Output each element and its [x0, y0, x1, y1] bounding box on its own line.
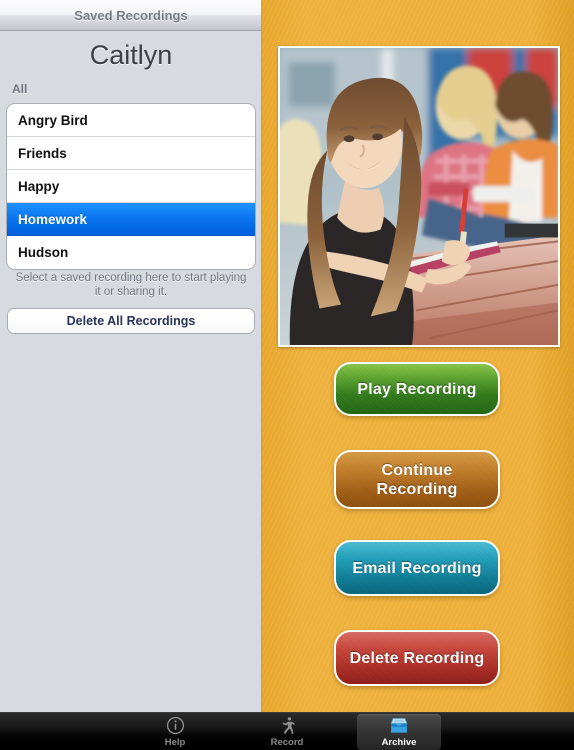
list-item[interactable]: Happy [7, 170, 255, 203]
delete-recording-label: Delete Recording [349, 649, 485, 667]
tab-archive[interactable]: Archive [357, 713, 441, 750]
archive-tray-icon [389, 716, 409, 736]
running-person-icon [278, 716, 297, 736]
info-circle-icon [166, 716, 185, 736]
play-recording-label: Play Recording [357, 380, 477, 398]
tab-help-label: Help [164, 736, 186, 748]
user-name: Caitlyn [89, 39, 173, 70]
list-item-selected[interactable]: Homework [7, 203, 255, 236]
hint-text: Select a saved recording here to start p… [15, 272, 247, 298]
play-recording-button[interactable]: Play Recording [334, 362, 500, 416]
tab-bar: Help Record Archive [0, 712, 574, 750]
delete-all-recordings-button[interactable]: Delete All Recordings [7, 308, 255, 334]
list-item-label: Hudson [18, 245, 69, 260]
continue-recording-button[interactable]: Continue Recording [334, 450, 500, 509]
tab-help[interactable]: Help [133, 714, 217, 750]
tab-record-label: Record [270, 736, 304, 748]
tab-record[interactable]: Record [245, 714, 329, 750]
recording-photo-frame [278, 46, 560, 347]
sidebar-titlebar: Saved Recordings [0, 0, 262, 31]
page-title: Saved Recordings [74, 7, 188, 23]
list-item-label: Happy [18, 178, 60, 194]
list-item-label: Homework [18, 211, 88, 227]
list-item-label: Friends [18, 145, 67, 161]
sidebar: Saved Recordings Caitlyn All Angry Bird … [0, 0, 262, 712]
email-recording-button[interactable]: Email Recording [334, 540, 500, 596]
continue-recording-label: Continue Recording [376, 461, 458, 498]
user-name-header: Caitlyn [0, 32, 262, 78]
detail-panel: Play Recording Continue Recording Email … [262, 0, 574, 712]
delete-recording-button[interactable]: Delete Recording [334, 630, 500, 686]
list-item[interactable]: Hudson [7, 236, 255, 269]
list-item-label: Angry Bird [18, 112, 88, 128]
app-root: Saved Recordings Caitlyn All Angry Bird … [0, 0, 574, 750]
email-recording-label: Email Recording [352, 559, 482, 577]
list-item[interactable]: Friends [7, 137, 255, 170]
tab-archive-label: Archive [381, 736, 417, 748]
photo-illustration [280, 48, 558, 345]
delete-all-recordings-label: Delete All Recordings [66, 314, 196, 328]
recording-photo [280, 48, 558, 345]
list-item[interactable]: Angry Bird [7, 104, 255, 137]
section-header-all: All [12, 82, 28, 96]
recordings-list: Angry Bird Friends Happy Homework Hudson [6, 103, 256, 270]
